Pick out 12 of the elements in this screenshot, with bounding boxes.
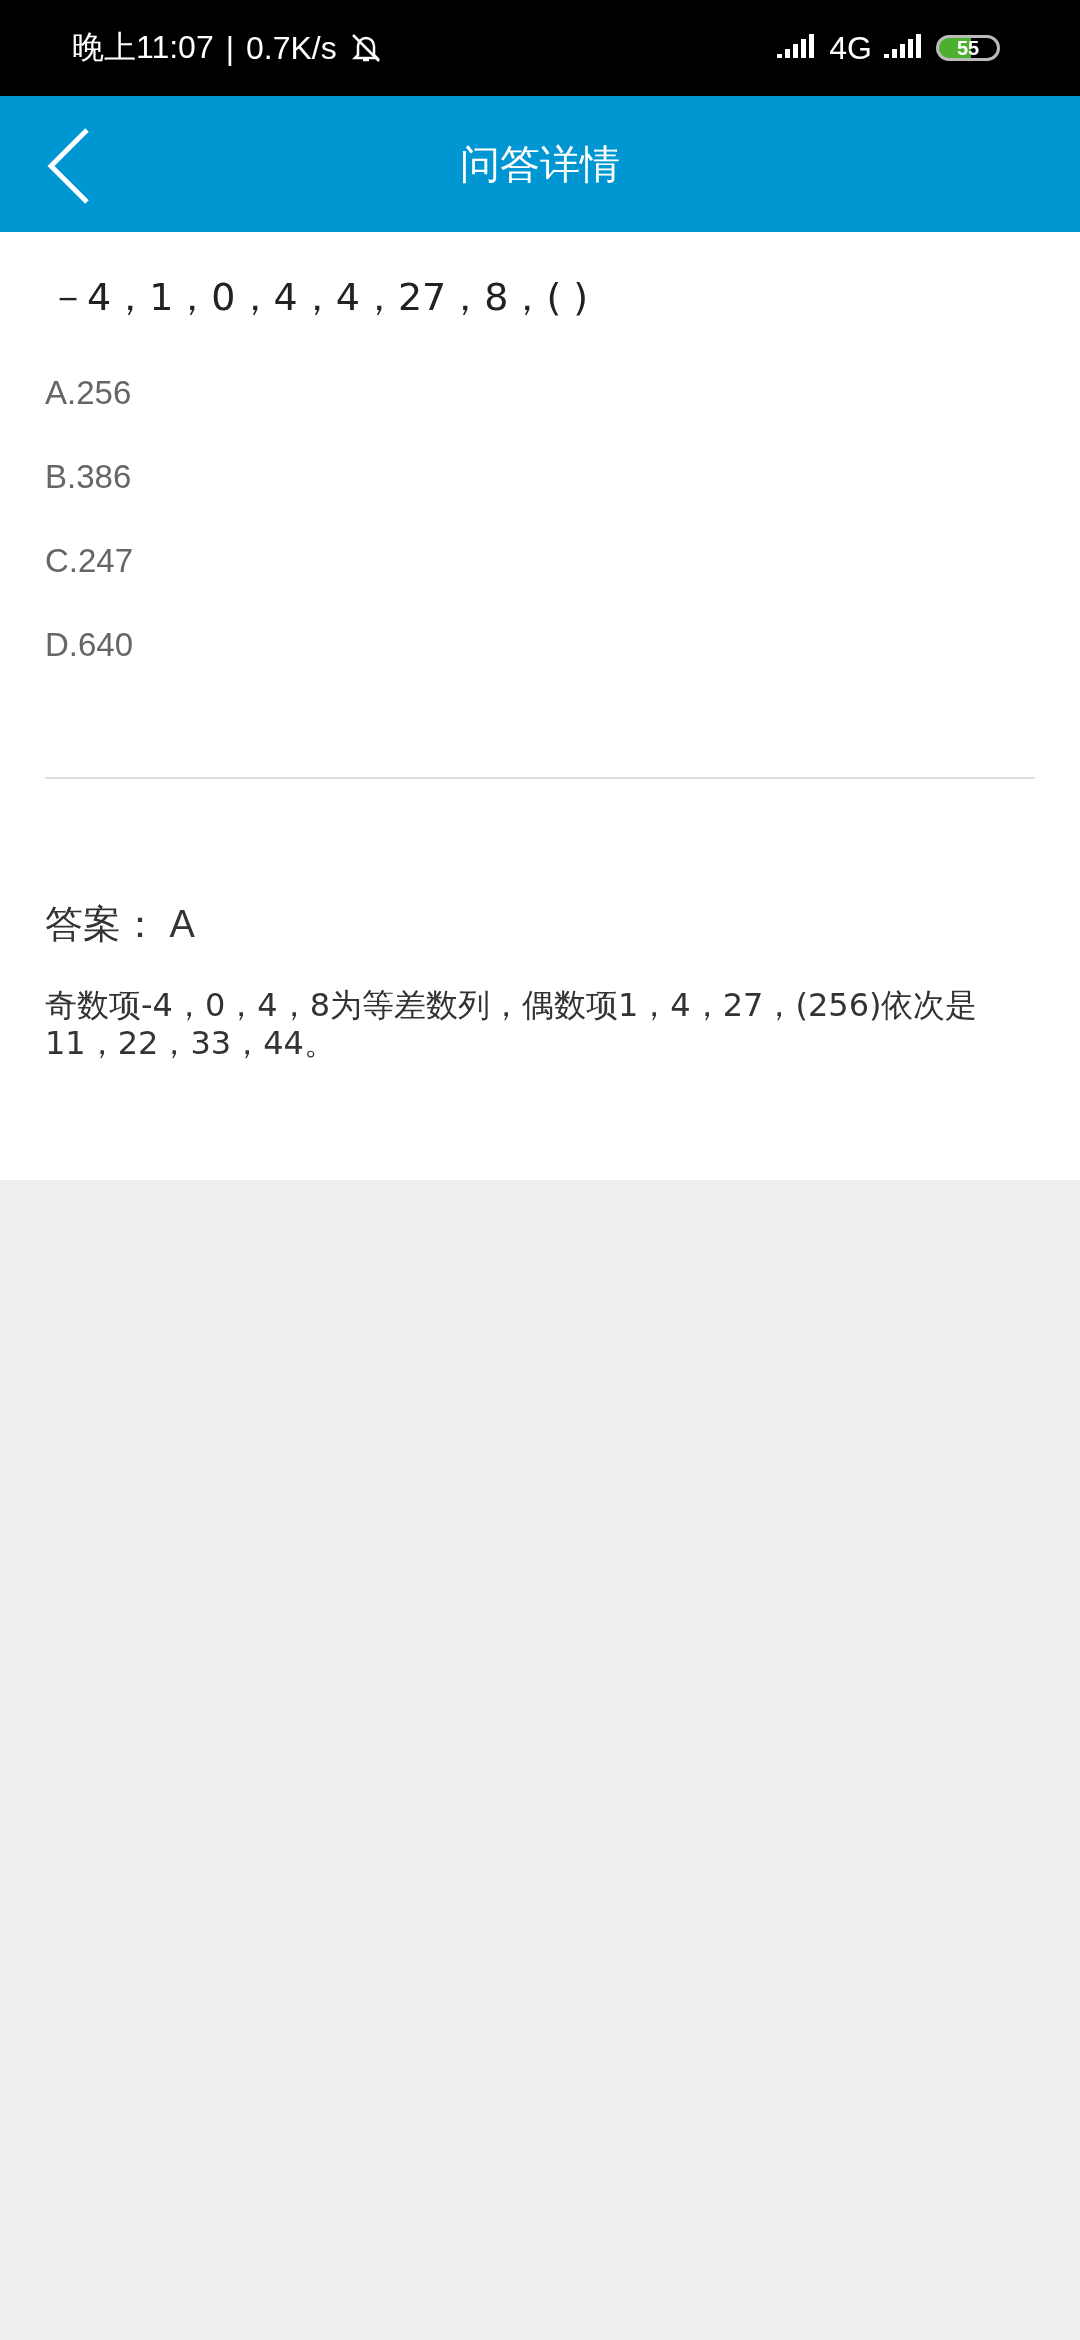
answer-text: 答案： A	[45, 902, 196, 947]
option-text: A.256	[45, 373, 132, 413]
clock-time: 晚上11:07	[72, 28, 214, 67]
explanation-text: 奇数项-4，0，4，8为等差数列，偶数项1，4，27，(256)依次是11，22，33，44。	[45, 986, 979, 1062]
option-text: D.640	[45, 625, 134, 665]
option-text: B.386	[45, 457, 132, 497]
page-title: 问答详情	[460, 139, 620, 189]
network-type: 4G	[829, 29, 872, 67]
option-text: C.247	[45, 541, 134, 581]
separator-text: |	[225, 29, 234, 67]
question-text: －4，1，0，4，4，27，8，( )	[49, 274, 590, 321]
network-speed: 0.7K/s	[246, 29, 337, 67]
